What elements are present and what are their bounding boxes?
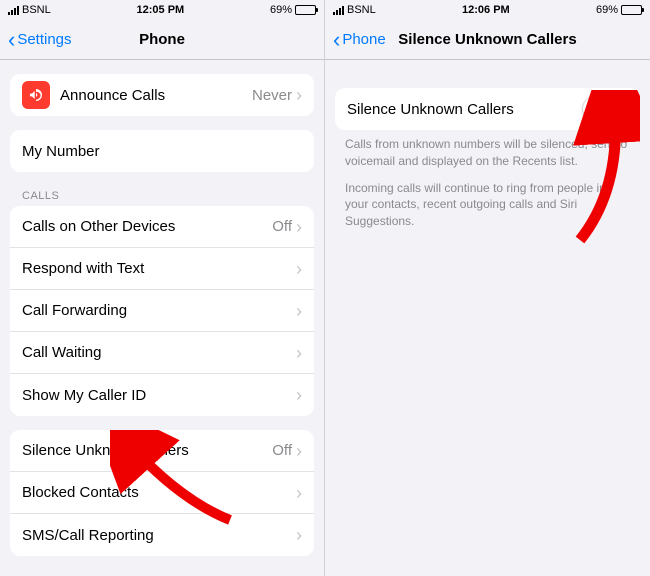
silence-toggle[interactable] xyxy=(582,95,628,123)
silence-unknown-callers-row[interactable]: Silence Unknown Callers Off › xyxy=(10,430,314,472)
show-my-caller-id-row[interactable]: Show My Caller ID › xyxy=(10,374,314,416)
back-label: Settings xyxy=(17,31,71,48)
announce-calls-row[interactable]: Announce Calls Never › xyxy=(10,74,314,116)
back-button[interactable]: ‹ Phone xyxy=(333,29,386,51)
chevron-left-icon: ‹ xyxy=(333,29,340,51)
nav-bar: ‹ Settings Phone xyxy=(0,20,324,60)
battery-icon xyxy=(295,5,316,15)
calls-other-devices-row[interactable]: Calls on Other Devices Off › xyxy=(10,206,314,248)
battery-icon xyxy=(621,5,642,15)
toggle-label: Silence Unknown Callers xyxy=(347,101,582,118)
announce-group: Announce Calls Never › xyxy=(10,74,314,116)
toggle-group: Silence Unknown Callers xyxy=(335,88,640,130)
nav-bar: ‹ Phone Silence Unknown Callers xyxy=(325,20,650,60)
chevron-right-icon: › xyxy=(296,526,302,544)
call-forwarding-row[interactable]: Call Forwarding › xyxy=(10,290,314,332)
chevron-right-icon: › xyxy=(296,484,302,502)
signal-icon xyxy=(8,6,19,15)
chevron-right-icon: › xyxy=(296,344,302,362)
chevron-left-icon: ‹ xyxy=(8,29,15,51)
call-waiting-row[interactable]: Call Waiting › xyxy=(10,332,314,374)
announce-icon xyxy=(22,81,50,109)
my-number-group: My Number xyxy=(10,130,314,172)
battery-percent: 69% xyxy=(270,4,292,16)
silence-toggle-row: Silence Unknown Callers xyxy=(335,88,640,130)
chevron-right-icon: › xyxy=(296,302,302,320)
my-number-row[interactable]: My Number xyxy=(10,130,314,172)
carrier-label: BSNL xyxy=(347,4,376,16)
extra-group: Silence Unknown Callers Off › Blocked Co… xyxy=(10,430,314,556)
status-bar: BSNL 12:06 PM 69% xyxy=(325,0,650,20)
chevron-right-icon: › xyxy=(296,386,302,404)
chevron-right-icon: › xyxy=(296,260,302,278)
announce-label: Announce Calls xyxy=(60,87,252,104)
chevron-right-icon: › xyxy=(296,218,302,236)
battery-percent: 69% xyxy=(596,4,618,16)
phone-settings-pane: BSNL 12:05 PM 69% ‹ Settings Phone Annou… xyxy=(0,0,325,576)
chevron-right-icon: › xyxy=(296,86,302,104)
status-bar: BSNL 12:05 PM 69% xyxy=(0,0,324,20)
back-button[interactable]: ‹ Settings xyxy=(8,29,72,51)
chevron-right-icon: › xyxy=(296,442,302,460)
status-time: 12:05 PM xyxy=(137,4,185,16)
respond-with-text-row[interactable]: Respond with Text › xyxy=(10,248,314,290)
announce-value: Never xyxy=(252,87,292,104)
toggle-desc-1: Calls from unknown numbers will be silen… xyxy=(325,130,650,170)
carrier-label: BSNL xyxy=(22,4,51,16)
silence-unknown-pane: BSNL 12:06 PM 69% ‹ Phone Silence Unknow… xyxy=(325,0,650,576)
calls-group: Calls on Other Devices Off › Respond wit… xyxy=(10,206,314,416)
signal-icon xyxy=(333,6,344,15)
blocked-contacts-row[interactable]: Blocked Contacts › xyxy=(10,472,314,514)
toggle-desc-2: Incoming calls will continue to ring fro… xyxy=(325,170,650,230)
back-label: Phone xyxy=(342,31,385,48)
calls-section-header: CALLS xyxy=(22,190,324,202)
status-time: 12:06 PM xyxy=(462,4,510,16)
sms-call-reporting-row[interactable]: SMS/Call Reporting › xyxy=(10,514,314,556)
my-number-label: My Number xyxy=(22,143,302,160)
